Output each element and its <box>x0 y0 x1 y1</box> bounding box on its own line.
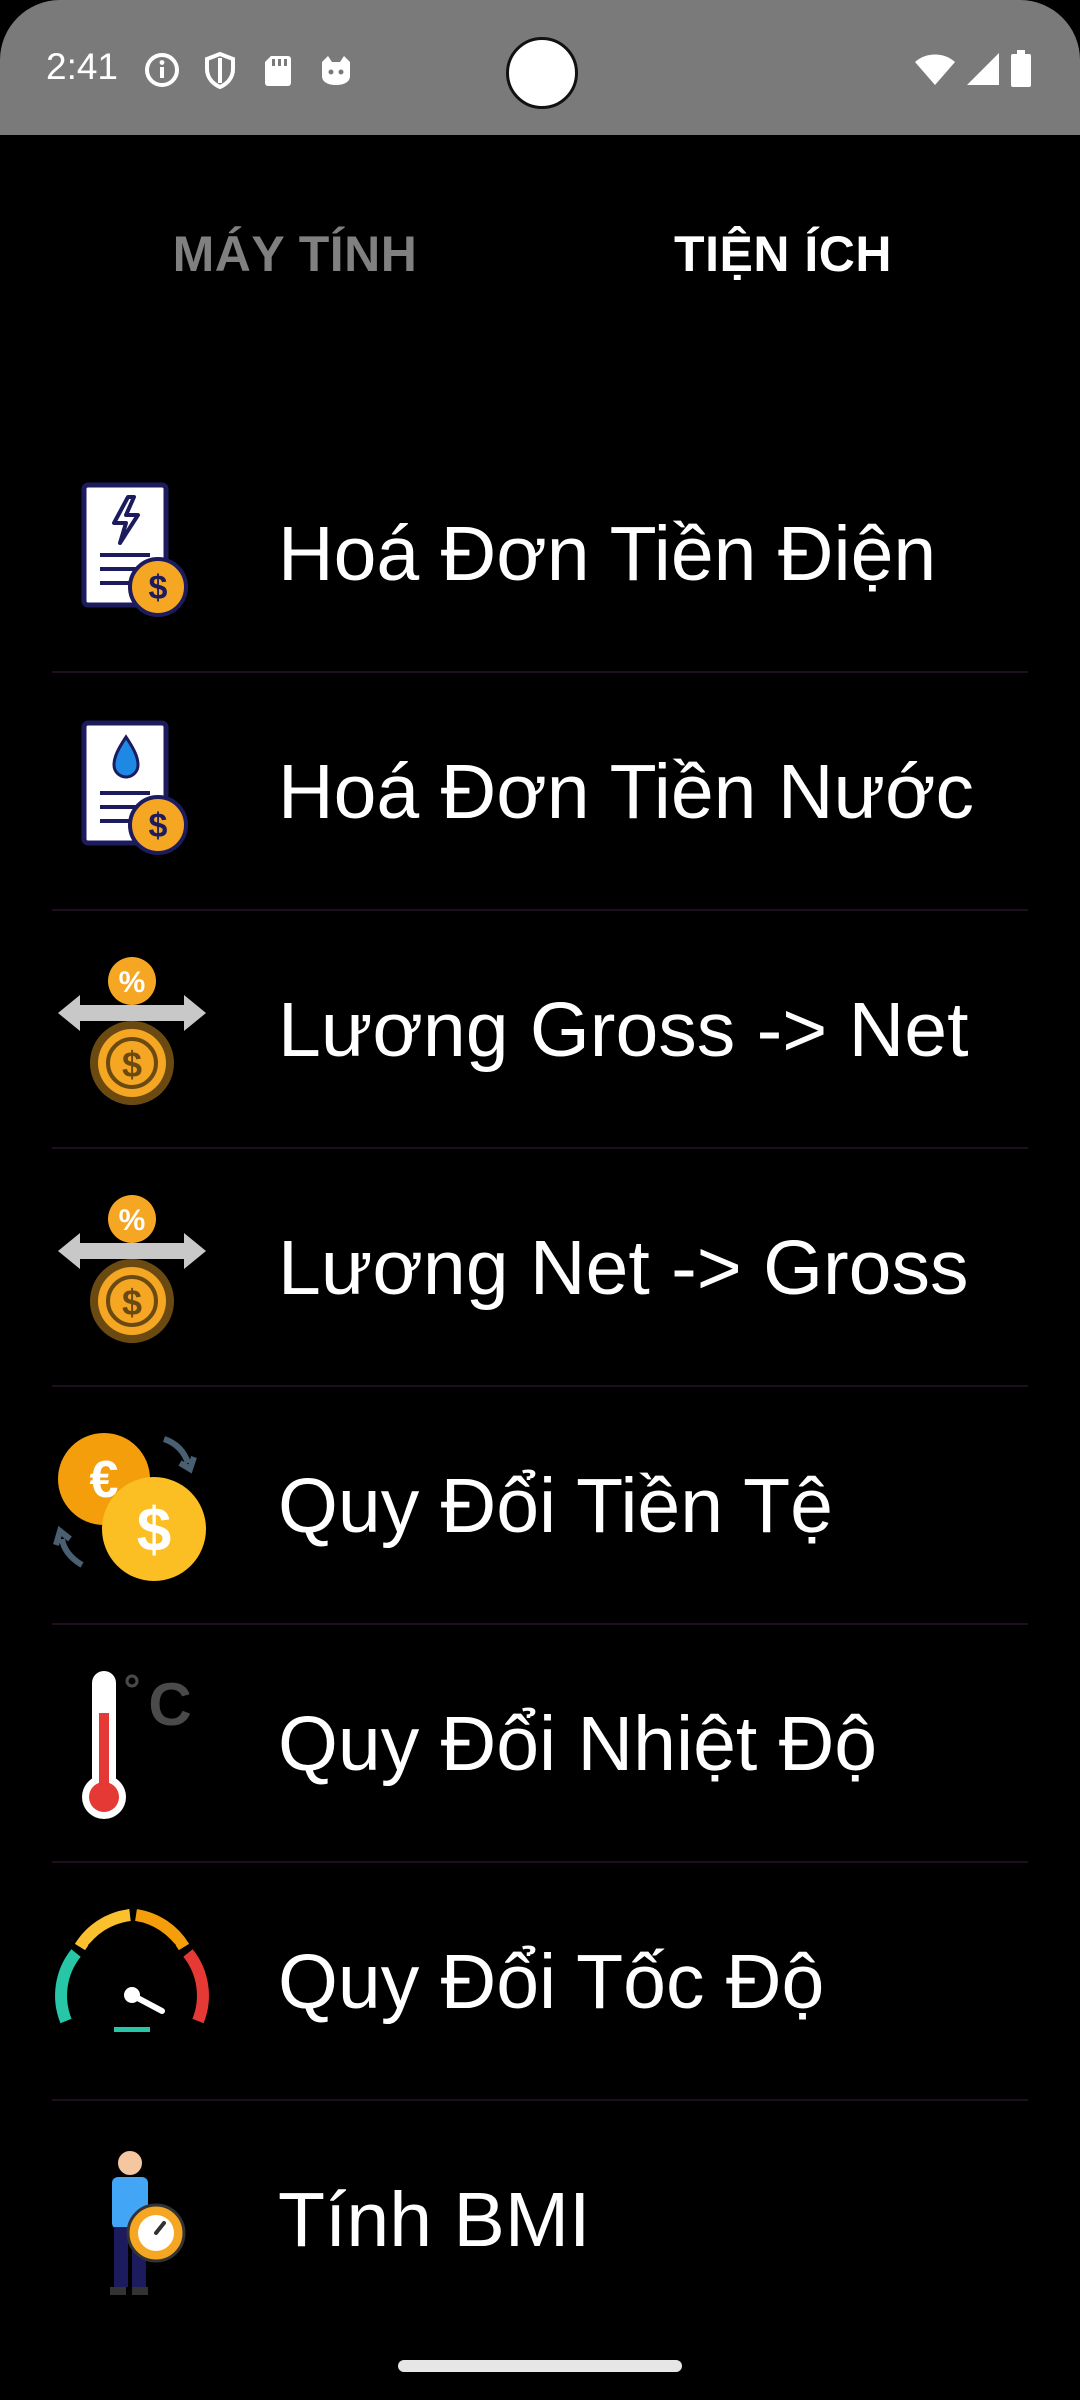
shield-icon <box>200 50 240 90</box>
signal-icon <box>966 52 1000 91</box>
list-item-water-bill[interactable]: $ Hoá Đơn Tiền Nước <box>0 673 1080 911</box>
speedometer-icon <box>52 1903 212 2063</box>
tab-may-tinh[interactable]: MÁY TÍNH <box>25 225 565 283</box>
item-label: Tính BMI <box>278 2177 591 2263</box>
currency-exchange-icon: € $ <box>52 1427 212 1587</box>
cat-icon <box>316 50 356 90</box>
item-label: Quy Đổi Nhiệt Độ <box>278 1701 878 1787</box>
svg-text:C: C <box>148 1671 191 1738</box>
item-label: Hoá Đơn Tiền Nước <box>278 749 975 835</box>
battery-icon <box>1010 50 1032 93</box>
status-bar: 2:41 <box>0 0 1080 135</box>
list-item-temperature[interactable]: C Quy Đổi Nhiệt Độ <box>0 1625 1080 1863</box>
svg-text:%: % <box>119 966 146 999</box>
svg-text:%: % <box>119 1204 146 1237</box>
list-item-electric-bill[interactable]: $ Hoá Đơn Tiền Điện <box>0 435 1080 673</box>
svg-text:$: $ <box>122 1044 142 1085</box>
bmi-person-icon <box>52 2141 212 2301</box>
salary-gross-net-icon: % $ <box>52 951 212 1111</box>
list-item-net-to-gross[interactable]: % $ Lương Net -> Gross <box>0 1149 1080 1387</box>
home-indicator[interactable] <box>398 2360 682 2372</box>
status-time: 2:41 <box>46 46 119 87</box>
tab-bar: MÁY TÍNH TIỆN ÍCH <box>0 135 1080 375</box>
app-screen: MÁY TÍNH TIỆN ÍCH $ Hoá Đơn Tiền Điện $ … <box>0 135 1080 2400</box>
water-bill-icon: $ <box>52 713 212 873</box>
electric-bill-icon: $ <box>52 475 212 635</box>
svg-text:$: $ <box>137 1496 171 1565</box>
list-item-bmi[interactable]: Tính BMI <box>0 2101 1080 2339</box>
tab-tien-ich[interactable]: TIỆN ÍCH <box>513 225 1053 283</box>
item-label: Hoá Đơn Tiền Điện <box>278 511 937 597</box>
front-camera <box>506 37 578 109</box>
item-label: Quy Đổi Tiền Tệ <box>278 1463 833 1549</box>
wifi-icon <box>914 52 956 91</box>
info-icon <box>142 50 182 90</box>
list-item-gross-to-net[interactable]: % $ Lương Gross -> Net <box>0 911 1080 1149</box>
list-item-currency[interactable]: € $ Quy Đổi Tiền Tệ <box>0 1387 1080 1625</box>
list-item-speed[interactable]: Quy Đổi Tốc Độ <box>0 1863 1080 2101</box>
item-label: Lương Gross -> Net <box>278 987 969 1073</box>
salary-net-gross-icon: % $ <box>52 1189 212 1349</box>
item-label: Lương Net -> Gross <box>278 1225 969 1311</box>
item-label: Quy Đổi Tốc Độ <box>278 1939 825 2025</box>
svg-text:$: $ <box>149 807 168 845</box>
utility-list: $ Hoá Đơn Tiền Điện $ Hoá Đơn Tiền Nước <box>0 435 1080 2339</box>
sd-card-icon <box>258 50 298 90</box>
thermometer-icon: C <box>52 1665 212 1825</box>
svg-text:$: $ <box>122 1282 142 1323</box>
svg-text:$: $ <box>149 569 168 607</box>
